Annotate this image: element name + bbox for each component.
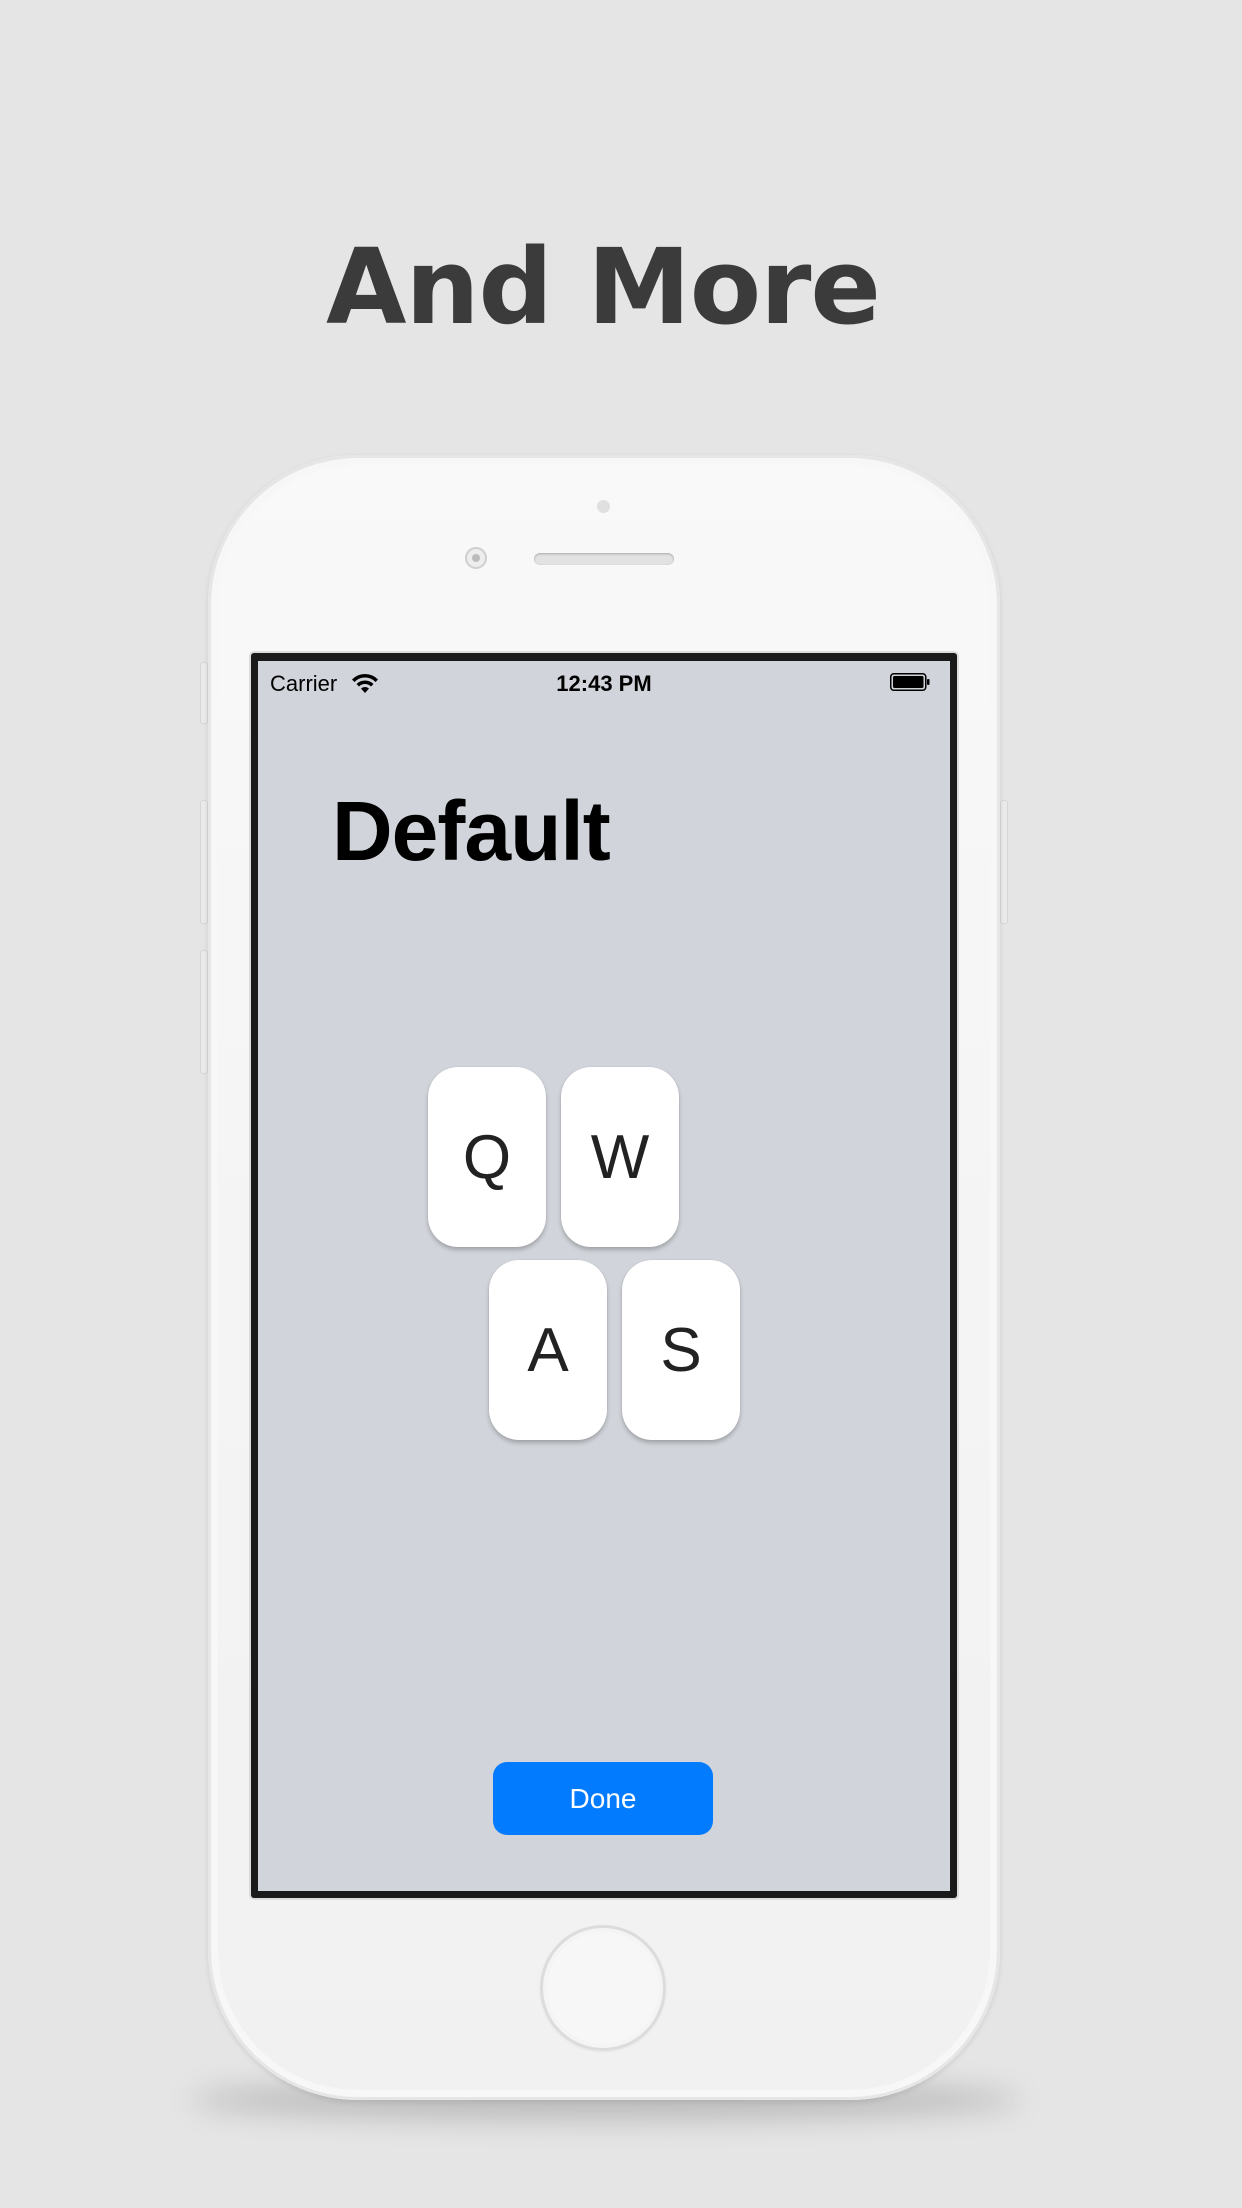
- front-camera-icon: [465, 547, 487, 569]
- status-time: 12:43 PM: [556, 671, 652, 696]
- volume-down-button: [200, 950, 208, 1074]
- phone-screen: Carrier 12:43 PM Default Q W A S Done: [258, 661, 950, 1891]
- power-button: [1000, 800, 1008, 924]
- screen-title: Default: [332, 784, 611, 878]
- proximity-sensor: [597, 500, 610, 513]
- promo-headline: And More: [326, 226, 881, 348]
- battery-full-icon: [890, 673, 930, 691]
- key-a[interactable]: A: [489, 1260, 607, 1440]
- home-button[interactable]: [540, 1925, 666, 2051]
- earpiece-speaker: [534, 553, 674, 565]
- volume-up-button: [200, 800, 208, 924]
- done-button[interactable]: Done: [493, 1762, 713, 1835]
- status-bar: Carrier 12:43 PM: [258, 661, 950, 705]
- key-w[interactable]: W: [561, 1067, 679, 1247]
- mute-switch: [200, 662, 208, 724]
- key-q[interactable]: Q: [428, 1067, 546, 1247]
- key-s[interactable]: S: [622, 1260, 740, 1440]
